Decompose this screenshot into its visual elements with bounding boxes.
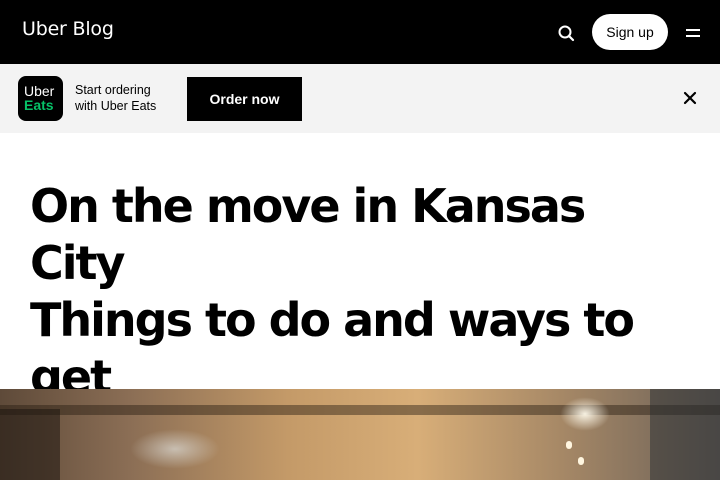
hero-bulb [566, 441, 572, 449]
hero-shelf [0, 405, 720, 415]
logo-word-eats: Eats [24, 97, 54, 113]
hero-window-light [130, 429, 220, 469]
brand-logo[interactable]: Uber Blog [22, 18, 114, 40]
menu-icon[interactable] [684, 25, 704, 41]
hero-shadow-left [0, 409, 60, 480]
article-title-line1: On the move in Kansas City [30, 179, 586, 290]
promo-text-line1: Start ordering [75, 83, 151, 97]
promo-text-line2: with Uber Eats [75, 99, 157, 113]
close-icon[interactable] [680, 88, 700, 108]
hero-bulb [578, 457, 584, 465]
search-icon[interactable] [556, 23, 576, 43]
logo-word-uber: Uber [24, 83, 55, 99]
hero-image [0, 389, 720, 480]
uber-eats-promo-banner: Uber Eats Start ordering with Uber Eats … [0, 64, 720, 133]
order-now-button[interactable]: Order now [187, 77, 302, 121]
menu-line-top [686, 29, 700, 31]
hero-lamp-light [560, 397, 610, 431]
sign-up-button[interactable]: Sign up [592, 14, 668, 50]
top-navigation-bar: Uber Blog Sign up [0, 0, 720, 64]
hero-shadow-right [650, 389, 720, 480]
promo-text: Start ordering with Uber Eats [75, 82, 156, 114]
menu-line-bottom [686, 35, 700, 37]
uber-eats-logo: Uber Eats [18, 76, 63, 121]
